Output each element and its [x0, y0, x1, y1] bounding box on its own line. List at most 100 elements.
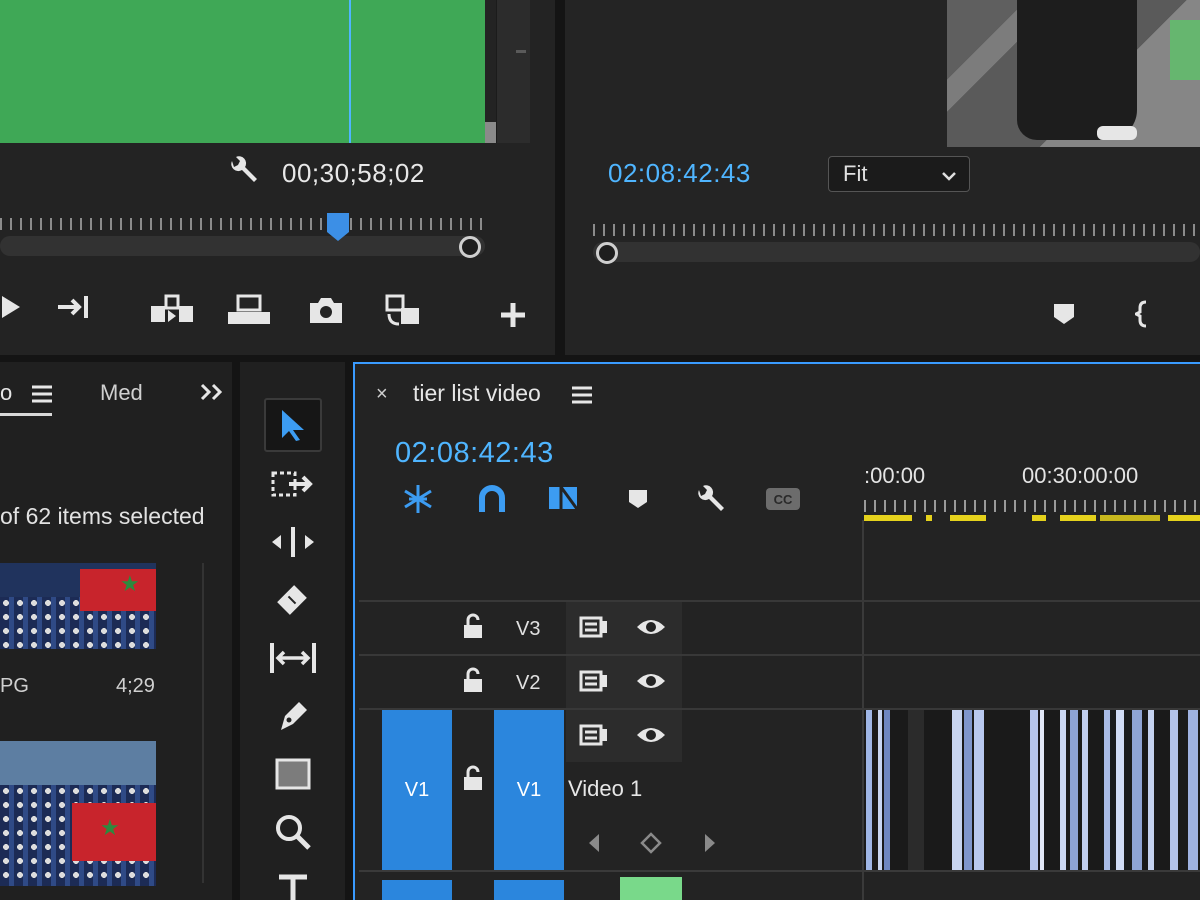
source-zoom-handle[interactable]: [459, 236, 481, 258]
source-patch-label: V1: [404, 778, 430, 801]
media-thumbnail[interactable]: ★: [0, 563, 156, 649]
add-marker-icon[interactable]: [626, 486, 650, 512]
program-zoom-scrollbar[interactable]: [593, 242, 1200, 262]
captions-icon[interactable]: CC: [764, 486, 802, 512]
clip[interactable]: [1060, 710, 1066, 870]
clip[interactable]: [884, 710, 890, 870]
mark-in-icon[interactable]: [1132, 298, 1152, 330]
program-time-ruler[interactable]: [593, 224, 1200, 264]
slip-tool-icon[interactable]: [264, 631, 322, 685]
tab-media-browser[interactable]: Med: [100, 380, 143, 406]
razor-tool-icon[interactable]: [264, 573, 322, 627]
button-editor-icon[interactable]: [381, 290, 425, 330]
rectangle-tool-icon[interactable]: [264, 747, 322, 801]
clip[interactable]: [964, 710, 972, 870]
timeline-ruler-label: 00:30:00:00: [1022, 463, 1139, 488]
wrench-icon[interactable]: [225, 152, 261, 188]
add-marker-icon[interactable]: [1050, 300, 1078, 328]
timeline-sequence-tab[interactable]: tier list video: [413, 380, 541, 407]
chevron-double-right-icon[interactable]: [198, 380, 226, 404]
mute-toggle[interactable]: [620, 877, 682, 900]
clip[interactable]: [1188, 710, 1198, 870]
lock-open-icon[interactable]: [460, 666, 486, 694]
track-target-a1[interactable]: [494, 880, 564, 900]
snap-icon[interactable]: [474, 482, 510, 516]
source-zoom-scrollbar[interactable]: [0, 236, 485, 256]
overwrite-icon[interactable]: [224, 290, 274, 328]
play-icon[interactable]: [0, 290, 24, 324]
toggle-sync-lock-icon[interactable]: [578, 668, 610, 694]
source-time-ruler[interactable]: [0, 218, 485, 258]
track-name-v1[interactable]: Video 1: [568, 776, 642, 802]
type-tool-icon[interactable]: [264, 863, 322, 900]
clip[interactable]: [952, 710, 962, 870]
tab-project[interactable]: o: [0, 380, 12, 406]
clip[interactable]: [1170, 710, 1178, 870]
wrench-icon[interactable]: [690, 480, 730, 518]
source-timecode[interactable]: 00;30;58;02: [282, 158, 425, 189]
clip[interactable]: [1040, 710, 1044, 870]
toggle-sync-lock-icon[interactable]: [578, 722, 610, 748]
timeline-timecode[interactable]: 02:08:42:43: [395, 437, 554, 470]
source-playhead-icon[interactable]: [326, 212, 350, 242]
selection-tool-icon[interactable]: [264, 398, 322, 452]
clip[interactable]: [1104, 710, 1110, 870]
eye-icon[interactable]: [634, 722, 668, 748]
track-label-v2[interactable]: V2: [516, 672, 540, 695]
svg-text:CC: CC: [774, 492, 793, 507]
clip[interactable]: [1116, 710, 1124, 870]
clip[interactable]: [1030, 710, 1038, 870]
v1-clip-area[interactable]: [864, 710, 1200, 870]
clip[interactable]: [878, 710, 882, 870]
track-target-v1[interactable]: V1: [494, 710, 564, 870]
media-item-duration: 4;29: [116, 675, 155, 697]
timeline-menu-icon[interactable]: [570, 384, 594, 406]
close-icon[interactable]: ×: [376, 383, 388, 406]
timeline-time-ruler[interactable]: [864, 500, 1200, 512]
nest-sequences-icon[interactable]: [400, 482, 436, 516]
zoom-level-dropdown[interactable]: Fit: [828, 156, 970, 192]
go-to-out-icon[interactable]: [52, 290, 96, 324]
toggle-sync-lock-icon[interactable]: [578, 614, 610, 640]
program-timecode[interactable]: 02:08:42:43: [608, 158, 751, 189]
source-patch-a1[interactable]: [382, 880, 452, 900]
media-thumbnail[interactable]: ★: [0, 741, 156, 886]
clip[interactable]: [1132, 710, 1142, 870]
add-button-icon[interactable]: [496, 298, 530, 332]
eye-icon[interactable]: [634, 668, 668, 694]
eye-icon[interactable]: [634, 614, 668, 640]
zoom-tool-icon[interactable]: [264, 805, 322, 859]
ripple-edit-tool-icon[interactable]: [264, 515, 322, 569]
work-area-bar[interactable]: [864, 515, 1200, 521]
clip[interactable]: [1148, 710, 1154, 870]
next-keyframe-icon[interactable]: [700, 830, 720, 856]
zoom-level-value: Fit: [843, 161, 868, 186]
chevron-down-icon: [941, 161, 957, 187]
export-frame-icon[interactable]: [306, 292, 346, 328]
lock-open-icon[interactable]: [460, 612, 486, 640]
project-panel-menu-icon[interactable]: [30, 382, 54, 406]
program-zoom-handle[interactable]: [596, 242, 618, 264]
insert-icon[interactable]: [147, 290, 197, 328]
linked-selection-icon[interactable]: [545, 480, 585, 516]
selection-status: of 62 items selected: [0, 503, 205, 529]
source-scrollbar[interactable]: [496, 0, 530, 143]
timeline-ruler-label: :00:00: [864, 463, 926, 488]
clip[interactable]: [1070, 710, 1078, 870]
active-tab-indicator: [0, 413, 52, 416]
lock-open-icon[interactable]: [460, 764, 486, 792]
media-item-name: PG: [0, 675, 29, 697]
clip[interactable]: [974, 710, 984, 870]
track-label-v3[interactable]: V3: [516, 618, 540, 641]
clip[interactable]: [908, 710, 924, 870]
source-video-frame: [0, 0, 485, 143]
source-patch-v1[interactable]: V1: [382, 710, 452, 870]
track-select-tool-icon[interactable]: [264, 457, 322, 511]
clip[interactable]: [1082, 710, 1088, 870]
previous-keyframe-icon[interactable]: [584, 830, 604, 856]
pen-tool-icon[interactable]: [264, 689, 322, 743]
add-keyframe-icon[interactable]: [638, 830, 664, 856]
clip[interactable]: [866, 710, 872, 870]
tab-project-label: o: [0, 380, 13, 405]
track-label-v1: V1: [516, 778, 542, 801]
